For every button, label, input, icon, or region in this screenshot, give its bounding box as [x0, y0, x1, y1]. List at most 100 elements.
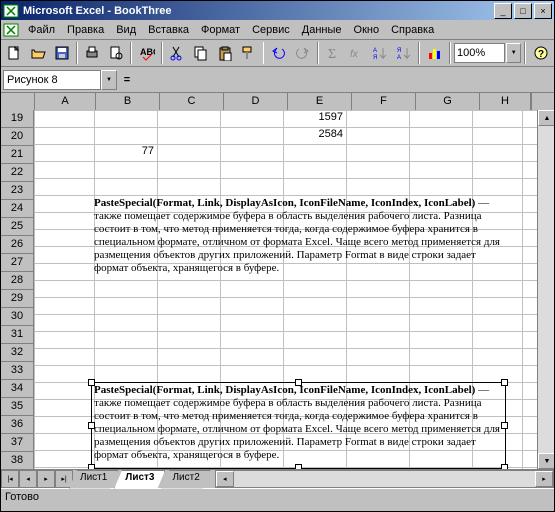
- sheet-tab[interactable]: Лист1: [69, 470, 118, 489]
- chart-icon[interactable]: [423, 41, 446, 65]
- row-header[interactable]: 26: [1, 236, 34, 254]
- new-icon[interactable]: [3, 41, 26, 65]
- menu-file[interactable]: Файл: [22, 22, 61, 38]
- zoom-input[interactable]: 100%: [454, 43, 505, 63]
- print-icon[interactable]: [81, 41, 104, 65]
- row-header[interactable]: 28: [1, 272, 34, 290]
- row-header[interactable]: 20: [1, 128, 34, 146]
- copy-icon[interactable]: [190, 41, 213, 65]
- col-header[interactable]: H: [480, 93, 531, 111]
- svg-text:ABC: ABC: [140, 47, 155, 57]
- tab-prev-icon[interactable]: ◂: [19, 470, 37, 488]
- col-header[interactable]: G: [416, 93, 480, 111]
- cell-B21[interactable]: 77: [94, 145, 157, 157]
- tab-last-icon[interactable]: ▸|: [55, 470, 73, 488]
- maximize-button[interactable]: □: [514, 3, 532, 19]
- cell-E20[interactable]: 2584: [283, 128, 346, 140]
- selection-handle[interactable]: [501, 422, 508, 429]
- scroll-left-icon[interactable]: ◂: [216, 471, 234, 487]
- workbook-icon[interactable]: [3, 22, 19, 38]
- col-header[interactable]: E: [288, 93, 352, 111]
- menu-bar: Файл Правка Вид Вставка Формат Сервис Да…: [1, 20, 554, 40]
- selection-handle[interactable]: [501, 464, 508, 469]
- selection-handle[interactable]: [501, 379, 508, 386]
- tab-first-icon[interactable]: |◂: [1, 470, 19, 488]
- selection-handle[interactable]: [295, 379, 302, 386]
- row-header[interactable]: 27: [1, 254, 34, 272]
- scroll-right-icon[interactable]: ▸: [535, 471, 553, 487]
- sheet-tab[interactable]: Лист3: [114, 470, 165, 489]
- spell-icon[interactable]: ABC: [135, 41, 158, 65]
- save-icon[interactable]: [50, 41, 73, 65]
- scroll-down-icon[interactable]: ▼: [538, 453, 554, 469]
- row-header[interactable]: 34: [1, 380, 34, 398]
- selection-handle[interactable]: [88, 379, 95, 386]
- menu-edit[interactable]: Правка: [61, 22, 110, 38]
- menu-tools[interactable]: Сервис: [246, 22, 296, 38]
- col-header[interactable]: A: [35, 93, 96, 111]
- col-header[interactable]: B: [96, 93, 160, 111]
- text-object[interactable]: PasteSpecial(Format, Link, DisplayAsIcon…: [94, 197, 502, 275]
- function-icon[interactable]: fx: [345, 41, 368, 65]
- row-header[interactable]: 23: [1, 182, 34, 200]
- cell-E19[interactable]: 1597: [283, 111, 346, 123]
- row-header[interactable]: 38: [1, 452, 34, 469]
- paste-icon[interactable]: [213, 41, 236, 65]
- col-header[interactable]: C: [160, 93, 224, 111]
- cell-grid[interactable]: 1597 2584 77 PasteSpecial(Format, Link, Dis…: [34, 110, 537, 469]
- row-header[interactable]: 19: [1, 110, 34, 128]
- redo-icon[interactable]: [291, 41, 314, 65]
- menu-insert[interactable]: Вставка: [142, 22, 195, 38]
- title-bar: Microsoft Excel - BookThree _ □ ×: [1, 1, 554, 20]
- menu-data[interactable]: Данные: [296, 22, 348, 38]
- row-header[interactable]: 21: [1, 146, 34, 164]
- format-painter-icon[interactable]: [237, 41, 260, 65]
- zoom-dropdown-icon[interactable]: ▼: [506, 43, 521, 63]
- menu-view[interactable]: Вид: [110, 22, 142, 38]
- sort-asc-icon[interactable]: AЯ: [369, 41, 392, 65]
- selection-box[interactable]: [91, 382, 506, 469]
- row-header[interactable]: 31: [1, 326, 34, 344]
- row-header[interactable]: 29: [1, 290, 34, 308]
- row-header[interactable]: 24: [1, 200, 34, 218]
- excel-icon: [3, 3, 19, 19]
- col-header[interactable]: F: [352, 93, 416, 111]
- name-box-dropdown-icon[interactable]: ▼: [101, 70, 117, 90]
- selection-handle[interactable]: [88, 422, 95, 429]
- select-all-corner[interactable]: [1, 93, 35, 111]
- minimize-button[interactable]: _: [494, 3, 512, 19]
- horizontal-scrollbar[interactable]: ◂ ▸: [215, 470, 554, 488]
- sheet-tab[interactable]: Лист2: [161, 470, 210, 489]
- selection-handle[interactable]: [295, 464, 302, 469]
- row-header[interactable]: 36: [1, 416, 34, 434]
- row-header[interactable]: 32: [1, 344, 34, 362]
- menu-help[interactable]: Справка: [385, 22, 440, 38]
- col-header[interactable]: D: [224, 93, 288, 111]
- undo-icon[interactable]: [267, 41, 290, 65]
- row-header[interactable]: 30: [1, 308, 34, 326]
- scroll-up-icon[interactable]: ▲: [538, 110, 554, 126]
- cut-icon[interactable]: [166, 41, 189, 65]
- close-button[interactable]: ×: [534, 3, 552, 19]
- row-header[interactable]: 25: [1, 218, 34, 236]
- row-header[interactable]: 33: [1, 362, 34, 380]
- svg-text:?: ?: [538, 49, 544, 60]
- vertical-scrollbar[interactable]: ▲ ▼: [537, 110, 554, 469]
- selection-handle[interactable]: [88, 464, 95, 469]
- svg-text:Σ: Σ: [328, 47, 336, 61]
- formula-equals[interactable]: =: [117, 74, 137, 86]
- row-header[interactable]: 37: [1, 434, 34, 452]
- name-box[interactable]: Рисунок 8: [3, 70, 101, 90]
- sort-desc-icon[interactable]: ЯA: [393, 41, 416, 65]
- menu-window[interactable]: Окно: [348, 22, 386, 38]
- preview-icon[interactable]: [105, 41, 128, 65]
- menu-format[interactable]: Формат: [195, 22, 246, 38]
- tab-next-icon[interactable]: ▸: [37, 470, 55, 488]
- row-header[interactable]: 35: [1, 398, 34, 416]
- svg-text:Я: Я: [397, 48, 401, 54]
- open-icon[interactable]: [27, 41, 50, 65]
- row-header[interactable]: 22: [1, 164, 34, 182]
- column-headers: ABCDEFGH: [1, 93, 554, 110]
- help-icon[interactable]: ?: [529, 41, 552, 65]
- autosum-icon[interactable]: Σ: [322, 41, 345, 65]
